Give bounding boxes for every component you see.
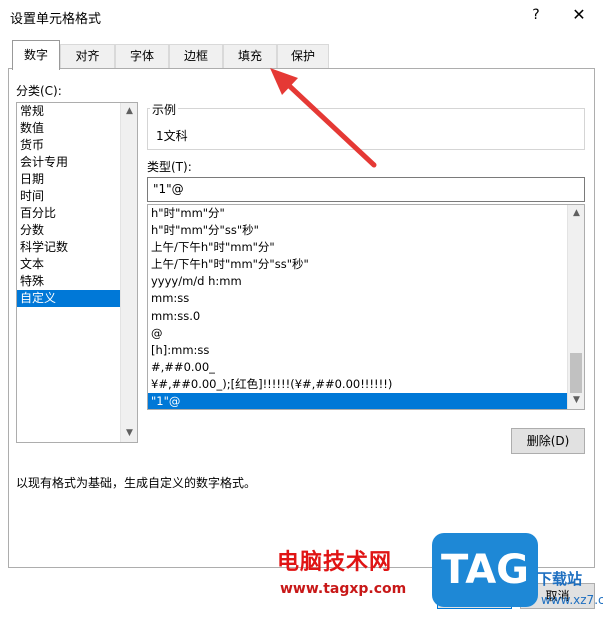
tab-number[interactable]: 数字 — [12, 40, 60, 70]
format-item[interactable]: ¥#,##0.00_);[红色]!!!!!!(¥#,##0.00!!!!!!) — [148, 376, 584, 393]
delete-button[interactable]: 删除(D) — [511, 428, 585, 454]
category-item[interactable]: 百分比 — [17, 205, 137, 222]
category-scrollbar[interactable]: ▲ ▼ — [120, 103, 137, 442]
type-input[interactable]: "1"@ — [147, 177, 585, 202]
type-label: 类型(T): — [147, 160, 192, 174]
category-item[interactable]: 货币 — [17, 137, 137, 154]
category-list[interactable]: 常规 数值 货币 会计专用 日期 时间 百分比 分数 科学记数 文本 特殊 自定… — [16, 102, 138, 443]
format-item[interactable]: [h]:mm:ss — [148, 342, 584, 359]
watermark-text: 电脑技术网 — [277, 550, 393, 575]
tab-font[interactable]: 字体 — [115, 44, 169, 69]
category-item[interactable]: 数值 — [17, 120, 137, 137]
format-item[interactable]: h"时"mm"分" — [148, 205, 584, 222]
title-bar: 设置单元格格式 ? ✕ — [0, 0, 603, 32]
example-value: 1文科 — [156, 129, 188, 143]
watermark-suffix-url: www.xz7.com — [541, 593, 603, 607]
example-legend: 示例 — [150, 101, 179, 118]
watermark-url: www.tagxp.com — [280, 581, 407, 597]
category-item[interactable]: 科学记数 — [17, 239, 137, 256]
watermark-logo: TAG — [432, 533, 538, 607]
format-item[interactable]: #,##0.00_ — [148, 359, 584, 376]
help-button[interactable]: ? — [526, 5, 546, 25]
format-item[interactable]: mm:ss — [148, 290, 584, 307]
category-item-selected[interactable]: 自定义 — [17, 290, 137, 307]
format-item[interactable]: 上午/下午h"时"mm"分" — [148, 239, 584, 256]
watermark-suffix: 下载站 — [537, 570, 583, 588]
close-button[interactable]: ✕ — [568, 5, 590, 27]
scroll-down-icon[interactable]: ▼ — [568, 392, 584, 409]
scroll-up-icon[interactable]: ▲ — [568, 205, 584, 222]
tab-protection[interactable]: 保护 — [277, 44, 329, 69]
hint-text: 以现有格式为基础，生成自定义的数字格式。 — [16, 476, 257, 490]
scroll-thumb[interactable] — [570, 353, 582, 393]
dialog-title: 设置单元格格式 — [10, 12, 102, 27]
format-list[interactable]: h"时"mm"分" h"时"mm"分"ss"秒" 上午/下午h"时"mm"分" … — [147, 204, 585, 410]
tab-fill[interactable]: 填充 — [223, 44, 277, 69]
category-item[interactable]: 分数 — [17, 222, 137, 239]
scroll-up-icon[interactable]: ▲ — [121, 103, 138, 120]
format-scrollbar[interactable]: ▲ ▼ — [567, 205, 584, 409]
category-item[interactable]: 特殊 — [17, 273, 137, 290]
category-item[interactable]: 常规 — [17, 103, 137, 120]
example-group — [147, 108, 585, 150]
category-item[interactable]: 文本 — [17, 256, 137, 273]
format-item-selected[interactable]: "1"@ — [148, 393, 584, 409]
tab-border[interactable]: 边框 — [169, 44, 223, 69]
category-item[interactable]: 会计专用 — [17, 154, 137, 171]
format-item[interactable]: @ — [148, 325, 584, 342]
format-item[interactable]: h"时"mm"分"ss"秒" — [148, 222, 584, 239]
category-item[interactable]: 时间 — [17, 188, 137, 205]
format-item[interactable]: 上午/下午h"时"mm"分"ss"秒" — [148, 256, 584, 273]
category-item[interactable]: 日期 — [17, 171, 137, 188]
scroll-down-icon[interactable]: ▼ — [121, 425, 138, 442]
format-item[interactable]: mm:ss.0 — [148, 308, 584, 325]
format-item[interactable]: yyyy/m/d h:mm — [148, 273, 584, 290]
tab-alignment[interactable]: 对齐 — [60, 44, 115, 69]
category-label: 分类(C): — [16, 84, 62, 98]
